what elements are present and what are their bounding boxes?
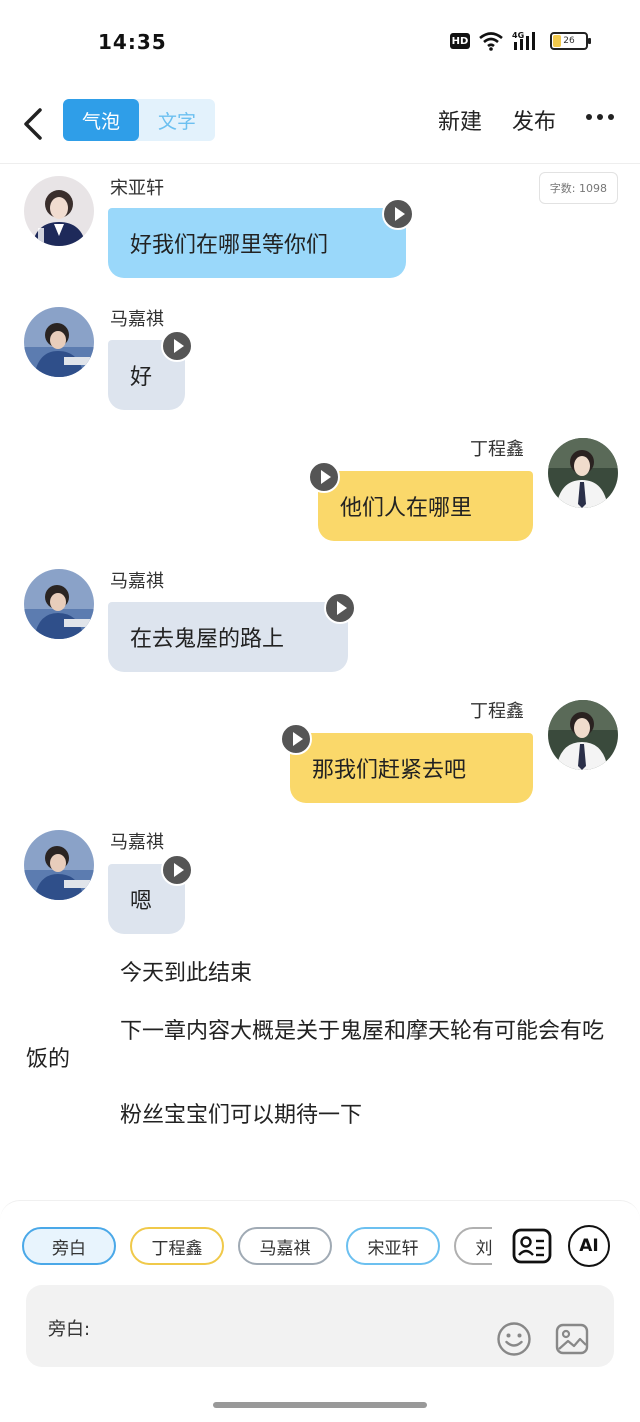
ai-button[interactable]: AI [568,1225,610,1267]
narration-text[interactable]: 今天到此结束 [26,960,616,988]
speaker-name: 马嘉祺 [110,571,164,592]
play-voice-icon[interactable] [280,723,312,755]
message-bubble[interactable]: 好我们在哪里等你们 [108,208,406,278]
status-bar: 14:35 HD 4G 26 [0,0,640,84]
wifi-icon [478,31,504,51]
play-voice-icon[interactable] [324,592,356,624]
word-count-badge: 字数: 1098 [538,172,618,204]
avatar-ma[interactable] [24,307,94,377]
composer-panel: 旁白 丁程鑫 马嘉祺 宋亚轩 刘耀文 AI 旁白: [0,1200,640,1422]
avatar-ding[interactable] [548,438,618,508]
speaker-name: 马嘉祺 [110,832,164,853]
home-indicator[interactable] [213,1402,427,1408]
avatar-ma[interactable] [24,830,94,900]
narration-text[interactable]: 下一章内容大概是关于鬼屋和摩天轮有可能会有吃饭的 [26,1018,616,1074]
contact-card-icon[interactable] [511,1225,553,1267]
emoji-icon[interactable] [496,1321,532,1357]
battery-percent: 26 [563,36,575,46]
status-icons: HD 4G 26 [450,30,591,52]
avatar-ma[interactable] [24,569,94,639]
avatar-song[interactable] [24,176,94,246]
play-voice-icon[interactable] [161,854,193,886]
speaker-name: 宋亚轩 [110,178,164,199]
narration-text[interactable]: 粉丝宝宝们可以期待一下 [26,1102,616,1130]
signal-4g-icon: 4G [512,30,542,52]
speaker-chip-narrator[interactable]: 旁白 [22,1227,116,1265]
tab-bubble[interactable]: 气泡 [63,99,139,141]
new-button[interactable]: 新建 [438,104,482,136]
svg-text:4G: 4G [512,31,524,40]
image-icon[interactable] [554,1321,590,1357]
back-arrow-icon[interactable] [18,104,48,144]
message-input[interactable]: 旁白: [26,1285,614,1367]
avatar-ding[interactable] [548,700,618,770]
hd-badge: HD [450,33,470,49]
play-voice-icon[interactable] [382,198,414,230]
speaker-name: 丁程鑫 [470,701,524,722]
speaker-name: 丁程鑫 [470,439,524,460]
speaker-chip-row: 旁白 丁程鑫 马嘉祺 宋亚轩 刘耀文 [22,1227,492,1267]
more-options-icon[interactable] [586,114,614,120]
publish-button[interactable]: 发布 [512,104,556,136]
speaker-chip-ding[interactable]: 丁程鑫 [130,1227,224,1265]
play-voice-icon[interactable] [161,330,193,362]
message-bubble[interactable]: 他们人在哪里 [318,471,533,541]
speaker-chip-song[interactable]: 宋亚轩 [346,1227,440,1265]
speaker-chip-liu[interactable]: 刘耀文 [454,1227,492,1265]
mode-toggle: 气泡 文字 [63,99,215,141]
message-bubble[interactable]: 那我们赶紧去吧 [290,733,533,803]
status-time: 14:35 [98,30,167,54]
tab-text[interactable]: 文字 [139,99,215,141]
speaker-name: 马嘉祺 [110,309,164,330]
top-toolbar: 气泡 文字 新建 发布 [0,84,640,164]
speaker-chip-ma[interactable]: 马嘉祺 [238,1227,332,1265]
input-speaker-label: 旁白: [48,1319,91,1340]
battery-icon: 26 [550,32,591,50]
message-bubble[interactable]: 在去鬼屋的路上 [108,602,348,672]
play-voice-icon[interactable] [308,461,340,493]
